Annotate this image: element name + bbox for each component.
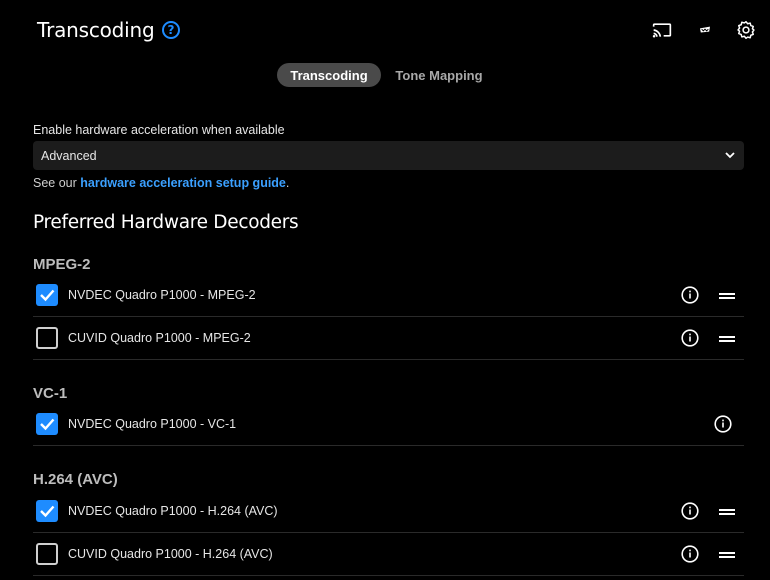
help-circle-icon[interactable]: ? — [162, 21, 180, 39]
tab-transcoding[interactable]: Transcoding — [277, 63, 381, 87]
decoder-checkbox[interactable] — [36, 543, 58, 565]
list-item: CUVID Quadro P1000 - MPEG-2 — [33, 318, 744, 360]
hwaccel-label: Enable hardware acceleration when availa… — [33, 123, 285, 137]
page-title: Transcoding — [37, 18, 155, 42]
info-icon[interactable] — [681, 286, 699, 304]
page-header: Transcoding ? — [0, 0, 770, 60]
info-icon[interactable] — [681, 502, 699, 520]
cast-icon[interactable] — [652, 20, 672, 40]
decoder-label: NVDEC Quadro P1000 - VC-1 — [68, 417, 237, 431]
setup-guide-link[interactable]: hardware acceleration setup guide — [80, 176, 286, 190]
info-icon[interactable] — [714, 415, 732, 433]
info-icon[interactable] — [681, 329, 699, 347]
list-item: NVDEC Quadro P1000 - VC-1 — [33, 404, 744, 446]
decoder-checkbox[interactable] — [36, 413, 58, 435]
decoder-label: NVDEC Quadro P1000 - MPEG-2 — [68, 288, 256, 302]
hwaccel-select-value: Advanced — [41, 149, 97, 163]
list-item: NVDEC Quadro P1000 - MPEG-2 — [33, 275, 744, 317]
decoder-label: CUVID Quadro P1000 - MPEG-2 — [68, 331, 251, 345]
tab-tone-mapping[interactable]: Tone Mapping — [388, 63, 490, 87]
decoder-checkbox[interactable] — [36, 500, 58, 522]
tab-bar: Transcoding Tone Mapping — [0, 63, 770, 87]
list-item: NVDEC Quadro P1000 - H.264 (AVC) — [33, 491, 744, 533]
drag-handle-icon[interactable] — [719, 292, 735, 300]
jellyfin-logo-icon[interactable] — [695, 20, 715, 40]
info-icon[interactable] — [681, 545, 699, 563]
group-title-mpeg2: MPEG-2 — [33, 256, 91, 273]
setup-guide-text: See our hardware acceleration setup guid… — [33, 176, 290, 190]
group-title-vc1: VC-1 — [33, 385, 68, 402]
group-title-h264: H.264 (AVC) — [33, 471, 118, 488]
drag-handle-icon[interactable] — [719, 335, 735, 343]
decoder-label: NVDEC Quadro P1000 - H.264 (AVC) — [68, 504, 278, 518]
gear-icon[interactable] — [736, 20, 756, 40]
drag-handle-icon[interactable] — [719, 551, 735, 559]
chevron-down-icon — [725, 152, 735, 159]
section-title: Preferred Hardware Decoders — [33, 212, 299, 233]
drag-handle-icon[interactable] — [719, 508, 735, 516]
decoder-label: CUVID Quadro P1000 - H.264 (AVC) — [68, 547, 273, 561]
decoder-checkbox[interactable] — [36, 327, 58, 349]
decoder-checkbox[interactable] — [36, 284, 58, 306]
list-item: CUVID Quadro P1000 - H.264 (AVC) — [33, 534, 744, 576]
hwaccel-select[interactable]: Advanced — [33, 141, 744, 170]
